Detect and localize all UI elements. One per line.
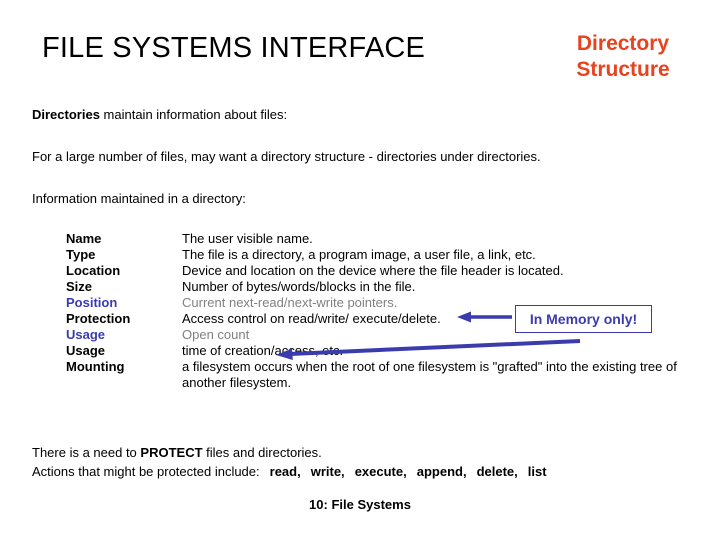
directories-keyword: Directories — [32, 107, 100, 122]
action-word: list — [527, 464, 547, 479]
attribute-description: Number of bytes/words/blocks in the file… — [182, 279, 416, 294]
protect-line: There is a need to PROTECT files and dir… — [32, 443, 547, 462]
attribute-description: a filesystem occurs when the root of one… — [182, 359, 677, 390]
table-row: Size Number of bytes/words/blocks in the … — [66, 279, 702, 295]
attribute-name: Name — [66, 231, 102, 246]
protect-prefix: There is a need to — [32, 445, 141, 460]
subtitle-line-2: Structure — [576, 58, 670, 81]
action-word: execute, — [354, 464, 407, 479]
attribute-description: time of creation/access, etc. — [182, 343, 344, 358]
actions-words: read, write, execute, append, delete, list — [260, 464, 547, 479]
intro-directories-line: Directories maintain information about f… — [32, 107, 287, 123]
protect-suffix: files and directories. — [202, 445, 322, 460]
protect-keyword: PROTECT — [140, 445, 203, 460]
attribute-name: Mounting — [66, 359, 125, 374]
table-row: Mounting a filesystem occurs when the roo… — [66, 359, 702, 391]
attribute-description: Device and location on the device where … — [182, 263, 564, 278]
table-row: Name The user visible name. — [66, 231, 702, 247]
attribute-name: Protection — [66, 311, 131, 326]
subtitle-line-1: Directory — [576, 32, 670, 55]
directories-rest: maintain information about files: — [99, 107, 288, 122]
attribute-description: The user visible name. — [182, 231, 313, 246]
action-word: delete, — [476, 464, 518, 479]
attribute-name: Type — [66, 247, 96, 262]
attribute-name: Usage — [66, 327, 106, 342]
attribute-name: Position — [66, 295, 118, 310]
page-title: FILE SYSTEMS INTERFACE — [42, 32, 426, 64]
in-memory-only-callout: In Memory only! — [515, 305, 652, 333]
table-row: Usage time of creation/access, etc. — [66, 343, 702, 359]
intro-info-maintained-line: Information maintained in a directory: — [32, 191, 246, 206]
attribute-description: The file is a directory, a program image… — [182, 247, 536, 262]
action-word: append, — [416, 464, 467, 479]
protection-note: There is a need to PROTECT files and dir… — [32, 443, 547, 481]
action-word: write, — [310, 464, 345, 479]
intro-large-number-line: For a large number of files, may want a … — [32, 149, 541, 164]
attribute-name: Size — [66, 279, 93, 294]
attribute-name: Location — [66, 263, 121, 278]
slide-subtitle: Directory Structure — [548, 31, 698, 83]
table-row: Type The file is a directory, a program i… — [66, 247, 702, 263]
actions-prefix: Actions that might be protected include: — [32, 464, 260, 479]
attribute-name: Usage — [66, 343, 106, 358]
slide-footer: 10: File Systems — [309, 497, 411, 512]
action-word: read, — [269, 464, 301, 479]
table-row: Location Device and location on the devic… — [66, 263, 702, 279]
actions-line: Actions that might be protected include:… — [32, 462, 547, 481]
